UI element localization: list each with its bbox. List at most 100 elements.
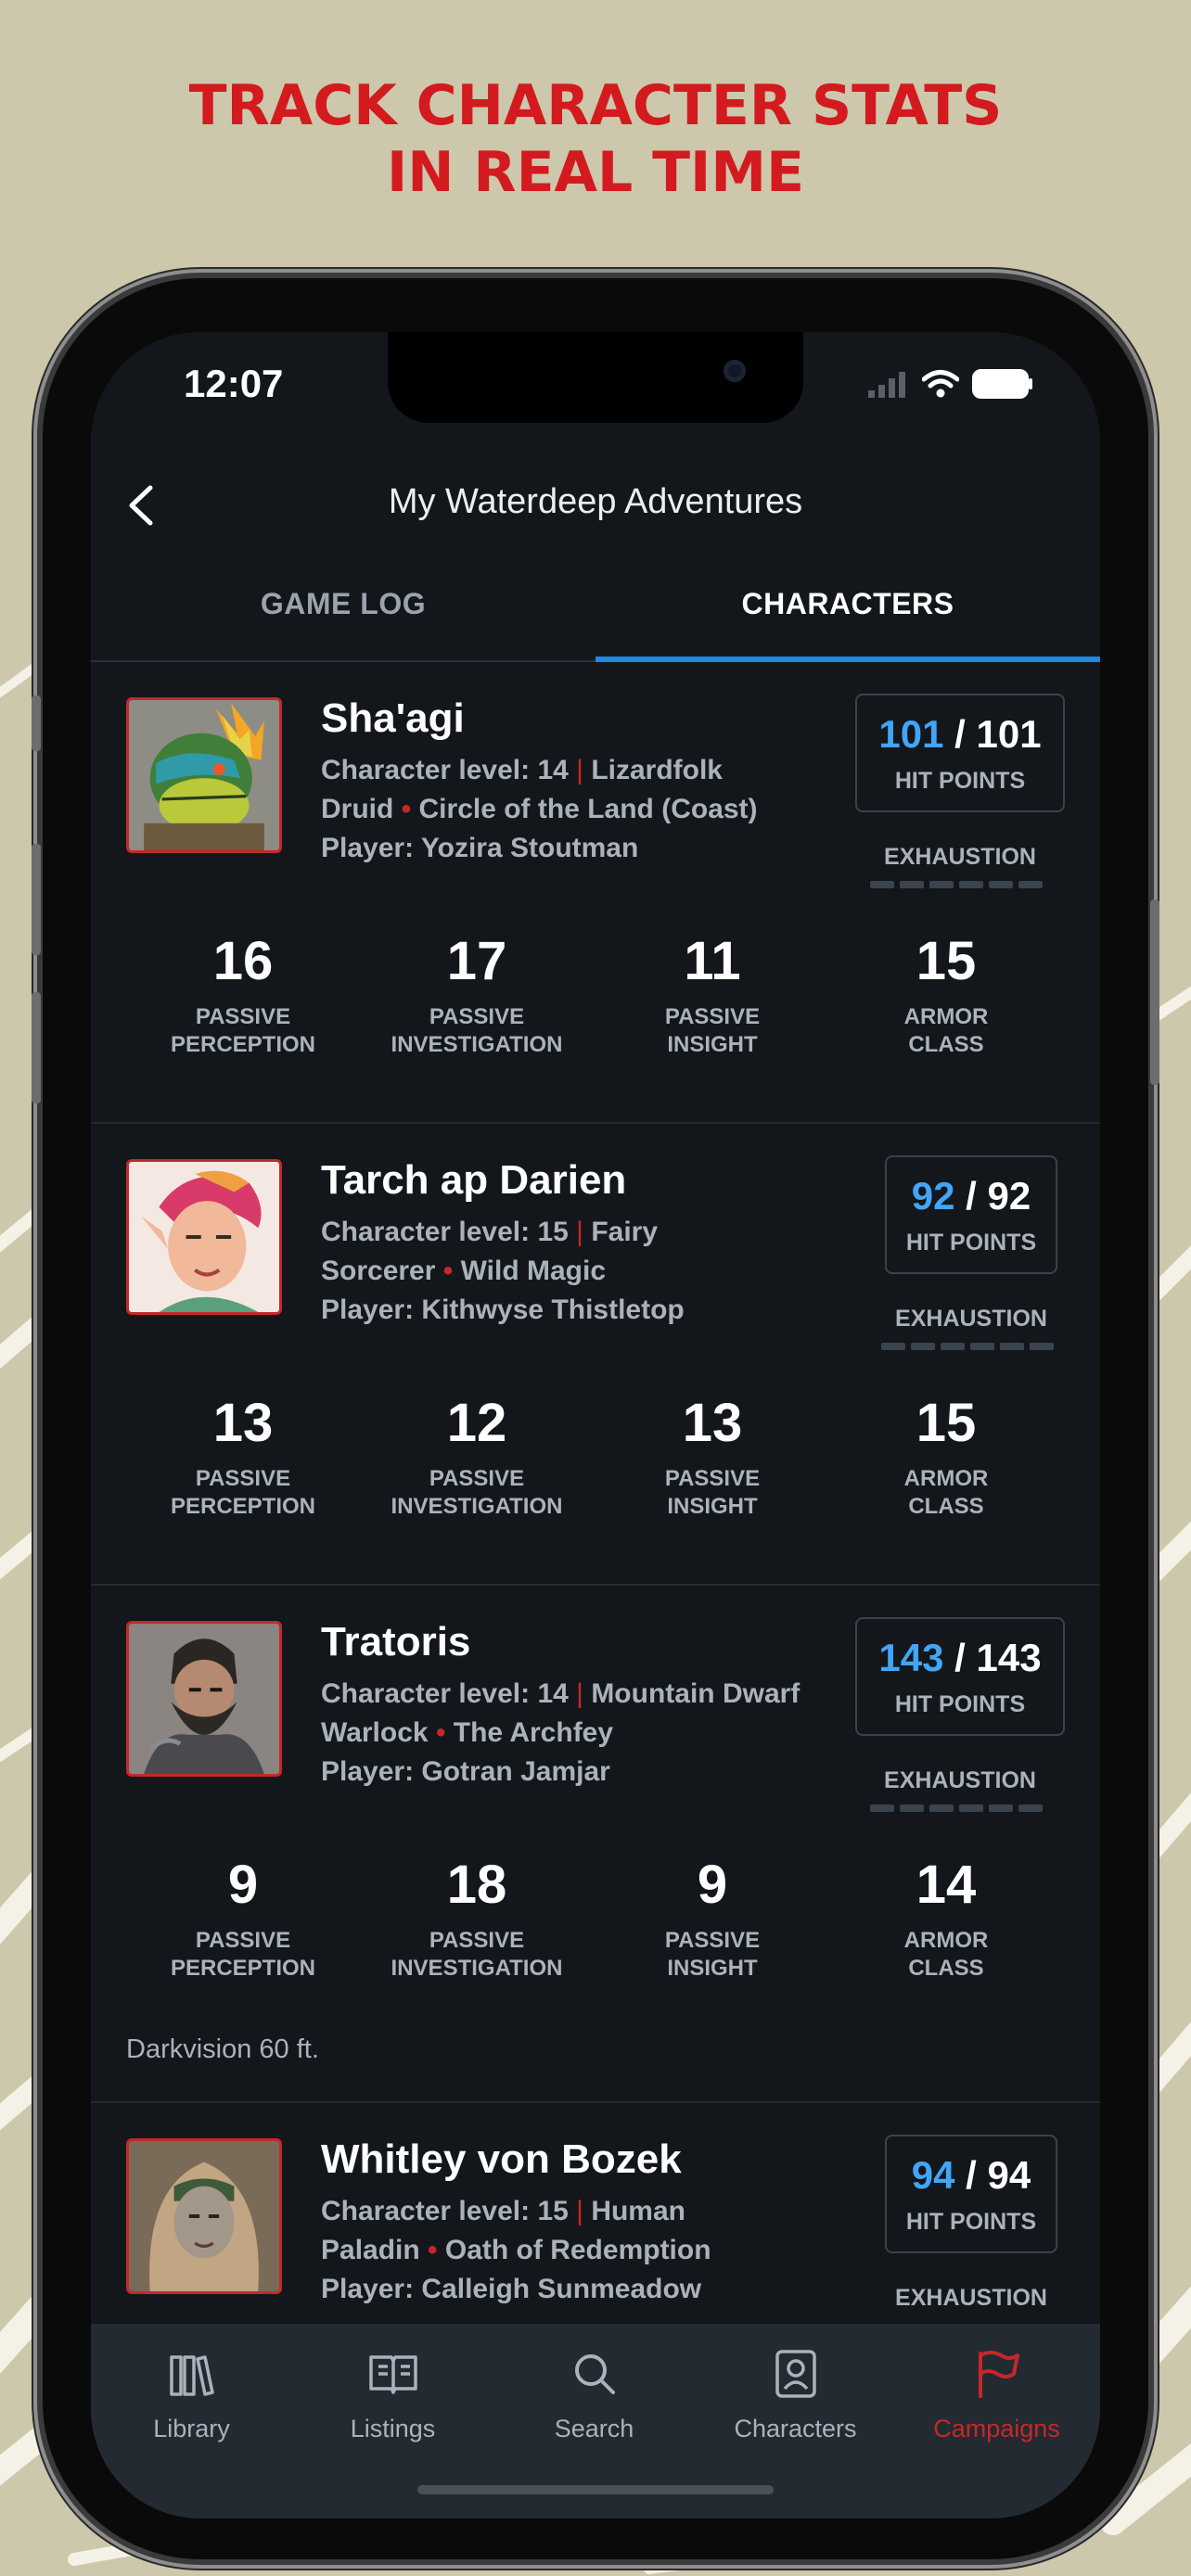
- exhaustion-meter[interactable]: [881, 1343, 1054, 1350]
- nav-campaigns[interactable]: Campaigns: [896, 2346, 1097, 2443]
- exhaustion-pip: [929, 1804, 954, 1812]
- character-race: Human: [591, 2196, 685, 2226]
- stat-label: ARMOR CLASS: [835, 1003, 1057, 1059]
- character-race: Mountain Dwarf: [591, 1678, 800, 1709]
- stat-passive-insight: 13 PASSIVE INSIGHT: [601, 1393, 824, 1521]
- stat-value: 12: [446, 1393, 507, 1453]
- character-name: Sha'agi: [321, 695, 465, 741]
- stat-value: 11: [684, 931, 741, 991]
- stat-label: PASSIVE INSIGHT: [601, 1927, 824, 1983]
- search-icon: [574, 2354, 615, 2394]
- hit-points-box[interactable]: 101 / 101 HIT POINTS: [855, 694, 1065, 812]
- exhaustion-pip: [881, 1343, 905, 1350]
- character-level: Character level: 14: [321, 755, 569, 785]
- character-level-race: Character level: 14 | Lizardfolk: [321, 755, 723, 786]
- stat-label-line1: PASSIVE: [429, 1466, 525, 1491]
- exhaustion-pip: [900, 881, 924, 888]
- character-player: Player: Calleigh Sunmeadow: [321, 2274, 702, 2304]
- stat-value: 13: [212, 1393, 274, 1453]
- open-book-icon: [368, 2355, 417, 2394]
- hit-points-label: HIT POINTS: [905, 1230, 1037, 1256]
- separator-bar: |: [576, 2196, 592, 2226]
- separator-dot: •: [428, 2235, 445, 2265]
- stat-value: 9: [227, 1855, 259, 1915]
- exhaustion-pip: [1030, 1343, 1054, 1350]
- character-level-race: Character level: 15 | Fairy: [321, 1217, 658, 1248]
- stat-label: PASSIVE INVESTIGATION: [365, 1465, 588, 1521]
- wifi-icon: [922, 370, 959, 398]
- tab-game-log[interactable]: GAME LOG: [91, 564, 596, 660]
- nav-label: Search: [554, 2415, 634, 2442]
- nav-library[interactable]: Library: [91, 2346, 292, 2443]
- exhaustion-pip: [959, 1804, 983, 1812]
- nav-characters[interactable]: Characters: [695, 2346, 896, 2443]
- stat-value: 15: [916, 1393, 977, 1453]
- stat-passive-insight: 11 PASSIVE INSIGHT: [601, 931, 824, 1059]
- hp-sep: /: [954, 1174, 988, 1218]
- battery-icon: [972, 369, 1032, 399]
- phone-volume-down: [32, 992, 41, 1103]
- exhaustion-meter[interactable]: [870, 1804, 1043, 1812]
- stat-value: 18: [446, 1855, 507, 1915]
- promo-headline: TRACK CHARACTER STATS IN REAL TIME: [0, 72, 1191, 206]
- character-name: Whitley von Bozek: [321, 2136, 682, 2182]
- exhaustion-pip: [900, 1804, 924, 1812]
- stat-label-line1: ARMOR: [903, 1928, 989, 1953]
- character-card[interactable]: Tarch ap Darien Character level: 15 | Fa…: [91, 1124, 1100, 1586]
- nav-listings[interactable]: Listings: [292, 2346, 493, 2443]
- nav-search[interactable]: Search: [493, 2346, 695, 2443]
- character-badge-icon: [775, 2350, 816, 2398]
- character-class: Warlock: [321, 1717, 429, 1748]
- exhaustion-pip: [970, 1343, 994, 1350]
- tab-characters[interactable]: CHARACTERS: [596, 564, 1100, 660]
- character-stats: 9 PASSIVE PERCEPTION 18 PASSIVE INVESTIGAT…: [91, 1855, 1100, 2012]
- stat-label-line1: PASSIVE: [664, 1004, 761, 1029]
- character-card[interactable]: Sha'agi Character level: 14 | Lizardfolk…: [91, 662, 1100, 1124]
- nav-label: Library: [153, 2415, 230, 2442]
- character-portrait: [126, 1621, 282, 1777]
- hit-points-label: HIT POINTS: [894, 768, 1026, 794]
- promo-line-2: IN REAL TIME: [386, 140, 805, 205]
- stat-label-line2: CLASS: [908, 1494, 984, 1519]
- hit-points-box[interactable]: 94 / 94 HIT POINTS: [885, 2135, 1057, 2253]
- exhaustion-label: EXHAUSTION: [884, 844, 1036, 870]
- stat-label-line2: CLASS: [908, 1956, 984, 1981]
- character-class-line: Paladin • Oath of Redemption: [321, 2235, 711, 2266]
- stat-passive-perception: 9 PASSIVE PERCEPTION: [132, 1855, 354, 1983]
- separator-dot: •: [401, 794, 419, 824]
- character-name: Tratoris: [321, 1619, 471, 1664]
- character-class: Paladin: [321, 2235, 420, 2265]
- page-title: My Waterdeep Adventures: [388, 482, 803, 521]
- character-portrait: [126, 697, 282, 853]
- nav-label: Campaigns: [933, 2415, 1060, 2442]
- stat-label: PASSIVE PERCEPTION: [132, 1465, 354, 1521]
- phone-volume-up: [32, 844, 41, 955]
- hp-current: 101: [878, 712, 944, 756]
- stat-value: 13: [682, 1393, 743, 1453]
- character-player: Player: Yozira Stoutman: [321, 833, 639, 863]
- character-stats: 13 PASSIVE PERCEPTION 12 PASSIVE INVESTIGA…: [91, 1393, 1100, 1550]
- exhaustion-meter[interactable]: [870, 881, 1043, 888]
- stat-label-line2: INVESTIGATION: [391, 1032, 563, 1057]
- phone-power-button: [1150, 899, 1159, 1085]
- hit-points-box[interactable]: 143 / 143 HIT POINTS: [855, 1617, 1065, 1736]
- stat-label-line1: PASSIVE: [195, 1466, 291, 1491]
- hit-points-value: 94 / 94: [887, 2153, 1056, 2198]
- hit-points-box[interactable]: 92 / 92 HIT POINTS: [885, 1155, 1057, 1274]
- stat-armor-class: 14 ARMOR CLASS: [835, 1855, 1057, 1983]
- character-portrait: [126, 1159, 282, 1315]
- stat-label: ARMOR CLASS: [835, 1927, 1057, 1983]
- character-subclass: The Archfey: [453, 1717, 614, 1748]
- tab-bar: GAME LOG CHARACTERS: [91, 564, 1100, 662]
- hit-points-label: HIT POINTS: [894, 1691, 1026, 1717]
- character-card[interactable]: Tratoris Character level: 14 | Mountain …: [91, 1586, 1100, 2103]
- exhaustion-pip: [870, 1804, 894, 1812]
- stat-label-line2: INSIGHT: [667, 1032, 758, 1057]
- stat-armor-class: 15 ARMOR CLASS: [835, 1393, 1057, 1521]
- character-player: Player: Kithwyse Thistletop: [321, 1294, 685, 1325]
- exhaustion-pip: [870, 881, 894, 888]
- character-class: Sorcerer: [321, 1256, 436, 1286]
- stat-label-line2: PERCEPTION: [170, 1956, 316, 1981]
- character-note: Darkvision 60 ft.: [126, 2034, 319, 2064]
- nav-label: Characters: [734, 2415, 857, 2442]
